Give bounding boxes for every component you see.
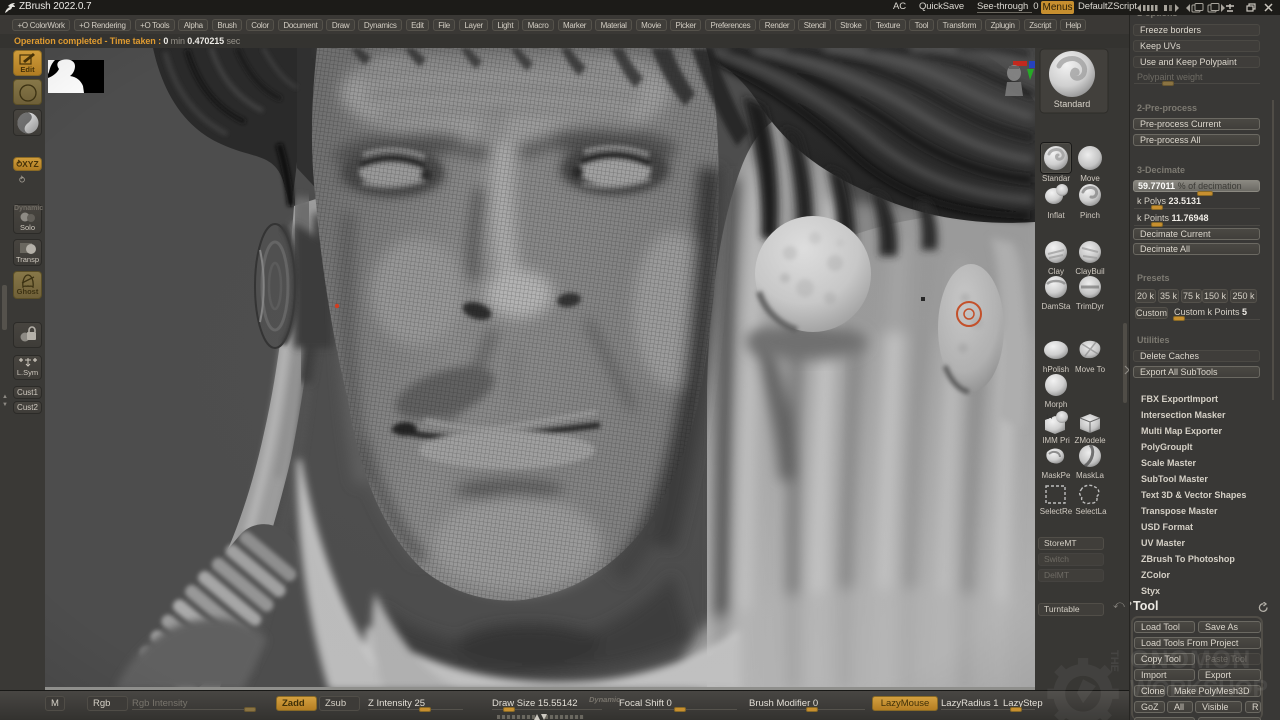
svg-text:ClayBuil: ClayBuil xyxy=(1075,267,1105,276)
svg-text:IMM Pri: IMM Pri xyxy=(1042,436,1070,445)
svg-text:DamSta: DamSta xyxy=(1042,302,1071,311)
svg-text:Pinch: Pinch xyxy=(1080,211,1100,220)
svg-text:Clay: Clay xyxy=(1048,267,1064,276)
svg-text:MaskPe: MaskPe xyxy=(1042,471,1071,480)
svg-text:Standard: Standard xyxy=(1054,99,1091,109)
svg-text:Move To: Move To xyxy=(1075,365,1106,374)
svg-text:SelectLa: SelectLa xyxy=(1075,507,1107,516)
svg-text:14: 14 xyxy=(1046,415,1053,421)
svg-text:ZModele: ZModele xyxy=(1074,436,1106,445)
svg-text:Standar: Standar xyxy=(1042,174,1070,183)
svg-text:Morph: Morph xyxy=(1045,400,1068,409)
svg-text:SelectRe: SelectRe xyxy=(1040,507,1073,516)
svg-text:TrimDyr: TrimDyr xyxy=(1076,302,1104,311)
svg-text:MaskLa: MaskLa xyxy=(1076,471,1105,480)
svg-text:Inflat: Inflat xyxy=(1047,211,1065,220)
svg-text:Move: Move xyxy=(1080,174,1100,183)
svg-text:hPolish: hPolish xyxy=(1043,365,1069,374)
